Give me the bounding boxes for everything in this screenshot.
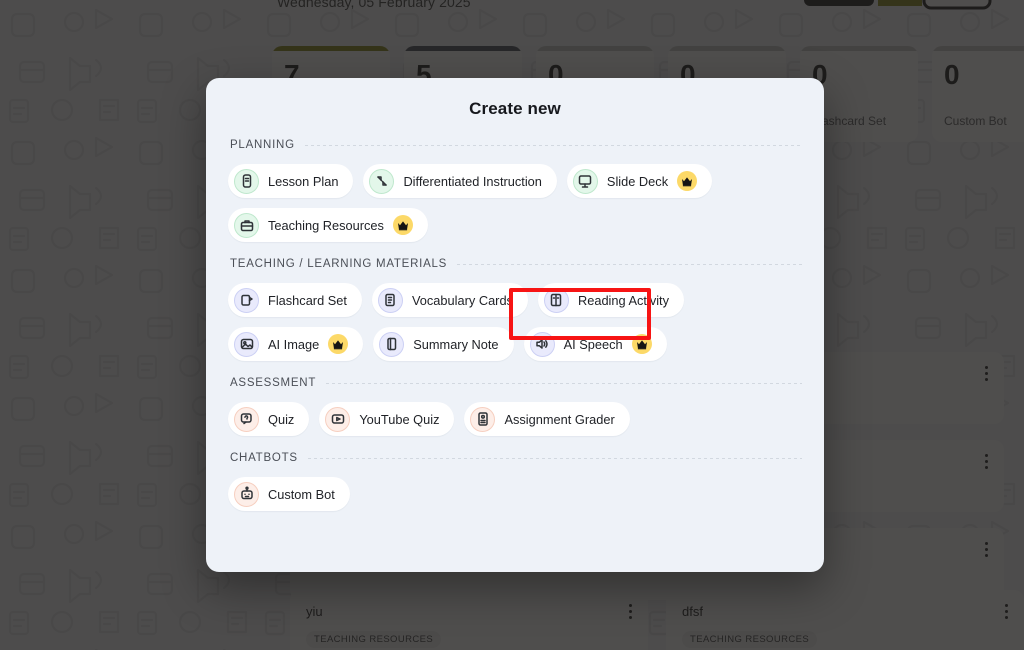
quiz-bubble-icon [240, 413, 252, 425]
presentation-icon [579, 175, 592, 188]
section-divider [307, 457, 802, 459]
create-option-label: Teaching Resources [268, 217, 384, 233]
robot-icon [240, 486, 253, 500]
note-pages-icon [386, 337, 396, 351]
speaker-icon [536, 339, 548, 349]
section-chatbots: CHATBOTS Custom Bot [228, 452, 802, 511]
create-option-label: Flashcard Set [268, 292, 347, 308]
create-option-youtube-quiz[interactable]: YouTube Quiz [319, 402, 455, 436]
crown-icon [636, 339, 647, 349]
section-header-teaching-learning-materials: TEACHING / LEARNING MATERIALS [228, 258, 802, 270]
create-option-label: Slide Deck [606, 173, 669, 189]
open-book-icon [543, 287, 569, 313]
image-icon [234, 331, 259, 357]
create-option-label: Vocabulary Cards [411, 292, 513, 308]
section-header-assessment: ASSESSMENT [228, 377, 802, 389]
chip-group-teaching-learning-materials: Flashcard Set Vocabulary Cards Reading A… [228, 283, 802, 361]
create-option-assignment-grader[interactable]: Assignment Grader [464, 402, 630, 436]
create-option-label: Differentiated Instruction [403, 173, 542, 189]
graded-paper-icon [478, 412, 488, 426]
create-option-ai-speech[interactable]: AI Speech [523, 327, 667, 361]
create-option-label: Assignment Grader [504, 411, 615, 427]
note-pages-icon [379, 331, 405, 357]
section-assessment: ASSESSMENT Quiz YouTube Quiz Assignment … [228, 377, 802, 436]
chip-group-planning: Lesson Plan Differentiated Instruction S… [228, 164, 802, 242]
toolbox-icon [240, 220, 253, 232]
create-new-modal: Create new PLANNING Lesson Plan Differen… [206, 78, 824, 572]
create-option-lesson-plan[interactable]: Lesson Plan [228, 164, 354, 198]
chip-group-chatbots: Custom Bot [228, 477, 802, 511]
premium-badge [328, 334, 349, 354]
create-option-slide-deck[interactable]: Slide Deck [566, 164, 713, 198]
section-header-chatbots: CHATBOTS [228, 452, 802, 464]
section-title-teaching-learning-materials: TEACHING / LEARNING MATERIALS [230, 258, 448, 270]
cards-stack-icon [234, 287, 259, 313]
crown-icon [333, 339, 344, 349]
section-divider [457, 263, 802, 265]
create-option-differentiated-instruction[interactable]: Differentiated Instruction [363, 164, 557, 198]
create-option-label: AI Speech [563, 336, 623, 352]
section-title-assessment: ASSESSMENT [230, 377, 317, 389]
quiz-bubble-icon [234, 406, 259, 432]
create-option-label: Reading Activity [577, 292, 670, 308]
create-option-flashcard-set[interactable]: Flashcard Set [228, 283, 362, 317]
section-divider [304, 144, 802, 146]
presentation-icon [572, 168, 598, 194]
section-divider [326, 382, 802, 384]
create-option-teaching-resources[interactable]: Teaching Resources [228, 208, 428, 242]
shuffle-arrows-icon [369, 168, 395, 194]
create-option-label: Custom Bot [268, 486, 335, 502]
cards-stack-icon [240, 294, 253, 306]
create-option-reading-activity[interactable]: Reading Activity [537, 283, 685, 317]
create-option-ai-image[interactable]: AI Image [228, 327, 364, 361]
graded-paper-icon [470, 406, 496, 432]
section-teaching-learning-materials: TEACHING / LEARNING MATERIALS Flashcard … [228, 258, 802, 361]
speaker-icon [529, 331, 555, 357]
crown-icon [397, 220, 408, 230]
open-book-icon [551, 293, 562, 307]
clipboard-icon [234, 168, 259, 194]
robot-icon [234, 481, 259, 507]
create-option-quiz[interactable]: Quiz [228, 402, 310, 436]
section-title-planning: PLANNING [230, 139, 295, 151]
create-option-vocabulary-cards[interactable]: Vocabulary Cards [371, 283, 528, 317]
clipboard-icon [242, 174, 251, 188]
premium-badge [392, 215, 413, 235]
crown-icon [682, 176, 693, 186]
play-video-icon [325, 406, 351, 432]
play-video-icon [331, 414, 345, 424]
chip-group-assessment: Quiz YouTube Quiz Assignment Grader [228, 402, 802, 436]
modal-title: Create new [469, 99, 561, 118]
section-title-chatbots: CHATBOTS [230, 452, 298, 464]
create-option-label: Lesson Plan [268, 173, 339, 189]
section-planning: PLANNING Lesson Plan Differentiated Inst… [228, 139, 802, 242]
create-option-custom-bot[interactable]: Custom Bot [228, 477, 350, 511]
premium-badge [631, 334, 652, 354]
section-header-planning: PLANNING [228, 139, 802, 151]
create-option-summary-note[interactable]: Summary Note [373, 327, 514, 361]
toolbox-icon [234, 212, 259, 238]
create-option-label: Summary Note [413, 336, 499, 352]
book-cards-icon [377, 287, 403, 313]
create-option-label: AI Image [268, 336, 320, 352]
create-option-label: YouTube Quiz [359, 411, 440, 427]
premium-badge [677, 171, 698, 191]
image-icon [240, 338, 253, 350]
shuffle-arrows-icon [377, 176, 387, 186]
book-cards-icon [385, 293, 396, 307]
create-option-label: Quiz [268, 411, 295, 427]
